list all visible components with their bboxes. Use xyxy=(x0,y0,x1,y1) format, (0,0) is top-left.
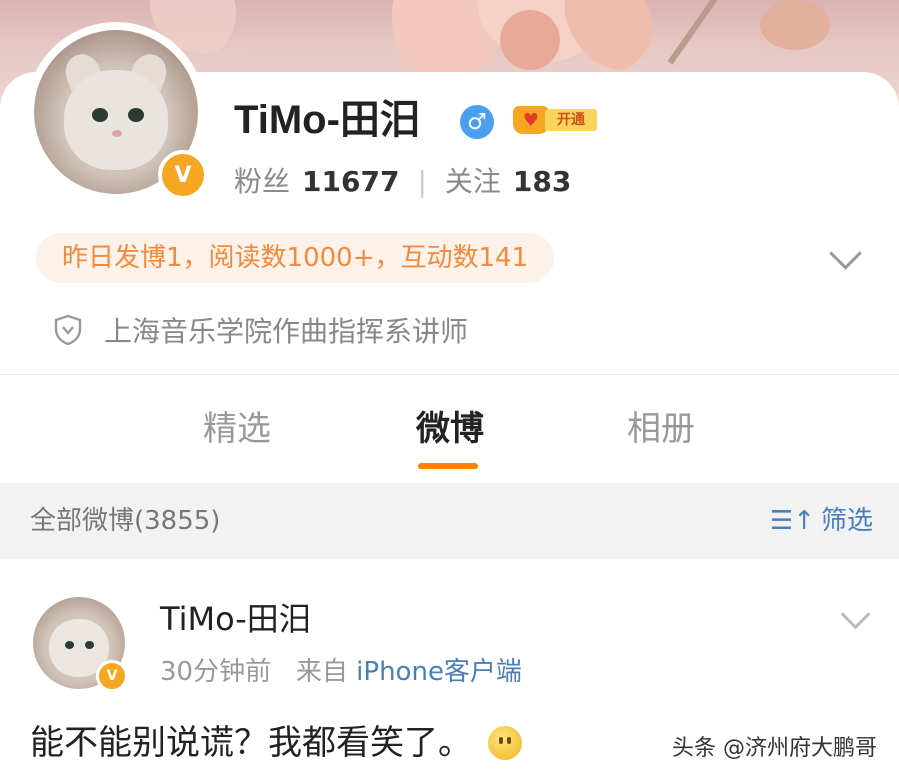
cat-eye xyxy=(65,641,74,649)
vip-open-button[interactable]: ♥ 开通 xyxy=(513,105,597,135)
cat-eye xyxy=(92,108,108,122)
fans-count: 11677 xyxy=(302,165,400,198)
vip-crown-icon: ♥ xyxy=(513,106,549,134)
cat-face xyxy=(64,70,168,170)
post-time: 30分钟前 xyxy=(160,657,272,687)
activity-summary[interactable]: 昨日发博1，阅读数1000+，互动数141 xyxy=(36,233,555,283)
source-watermark: 头条 @济州府大鹏哥 xyxy=(672,736,877,761)
filter-label: 筛选 xyxy=(820,506,873,536)
verification-info: 上海音乐学院作曲指挥系讲师 xyxy=(54,310,468,350)
cover-flower-stem xyxy=(667,0,719,65)
fans-label: 粉丝 xyxy=(234,165,291,198)
verification-title: 上海音乐学院作曲指挥系讲师 xyxy=(104,315,469,348)
cat-nose xyxy=(112,130,122,137)
cat-eye xyxy=(85,641,94,649)
filter-sort-icon: ☰↑ xyxy=(769,506,815,536)
post-author-name[interactable]: TiMo-田汨 xyxy=(160,597,311,641)
post-content[interactable]: 能不能别说谎？我都看笑了。 xyxy=(30,718,522,768)
filter-button[interactable]: ☰↑ 筛选 xyxy=(770,501,873,541)
follow-label: 关注 xyxy=(444,165,501,198)
fans-stat[interactable]: 粉丝 11677 xyxy=(234,162,399,202)
filter-bar: 全部微博(3855) ☰↑ 筛选 xyxy=(0,483,899,559)
follow-count: 183 xyxy=(512,165,572,198)
follow-stat[interactable]: 关注 183 xyxy=(445,162,571,202)
male-gender-icon: ♂ xyxy=(460,105,494,139)
shield-icon xyxy=(54,314,82,346)
cover-flower-bud xyxy=(760,0,830,50)
profile-name: TiMo-田汨 xyxy=(234,98,420,142)
tab-album[interactable]: 相册 xyxy=(627,405,695,453)
verified-badge-icon: V xyxy=(158,150,208,200)
post-meta: 30分钟前 来自 iPhone客户端 xyxy=(160,652,522,692)
profile-stats: 粉丝 11677 | 关注 183 xyxy=(234,162,571,202)
tab-featured[interactable]: 精选 xyxy=(203,405,271,453)
stats-divider: | xyxy=(417,165,427,198)
all-posts-count[interactable]: 全部微博(3855) xyxy=(30,501,220,541)
verified-badge-icon: V xyxy=(96,660,128,692)
post-from-label: 来自 xyxy=(295,657,348,687)
smile-emoji-icon xyxy=(488,726,522,760)
cover-flower-center xyxy=(500,10,560,70)
post-source-link[interactable]: iPhone客户端 xyxy=(356,657,522,687)
post-menu-chevron-down-icon[interactable] xyxy=(840,599,871,630)
post-text: 能不能别说谎？我都看笑了。 xyxy=(30,723,472,763)
active-tab-indicator xyxy=(418,463,478,469)
cat-eye xyxy=(128,108,144,122)
tab-weibo[interactable]: 微博 xyxy=(416,405,484,453)
vip-open-label: 开通 xyxy=(545,109,597,131)
